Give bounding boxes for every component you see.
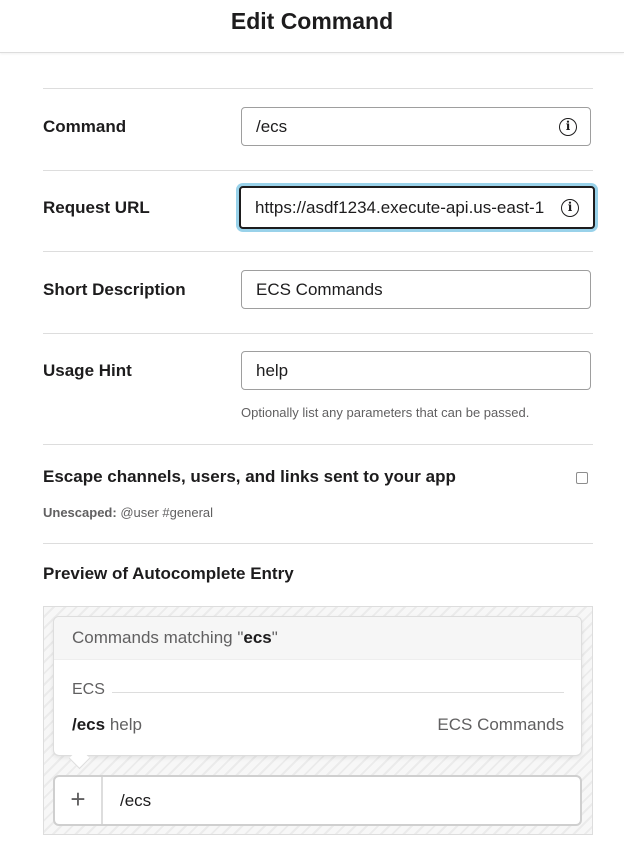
unescaped-example: @user #general [120,505,214,520]
group-divider [112,692,564,693]
divider [43,444,593,445]
command-input[interactable]: /ecs i [241,107,591,146]
short-description-input[interactable]: ECS Commands [241,270,591,309]
unescaped-note: Unescaped: @user #general [43,505,213,520]
usage-hint-help: Optionally list any parameters that can … [241,405,530,420]
autocomplete-header: Commands matching "ecs" [54,617,581,660]
autocomplete-command: /ecs [72,715,106,734]
divider [43,543,593,544]
composer-text: /ecs [120,791,152,810]
usage-hint-value: help [256,361,289,380]
unescaped-label: Unescaped: [43,505,117,520]
matching-term: ecs [243,628,272,647]
page-header: Edit Command [0,0,624,53]
short-description-label: Short Description [43,280,186,299]
request-url-value: https://asdf1234.execute-api.us-east-1 [255,198,545,217]
divider [43,333,593,334]
divider [43,170,593,171]
command-label: Command [43,117,127,136]
page-title: Edit Command [230,8,394,34]
message-composer[interactable]: + /ecs [53,775,582,826]
autocomplete-hint: help [109,715,142,734]
matching-suffix: " [271,628,278,647]
info-icon[interactable]: i [559,118,577,136]
usage-hint-input[interactable]: help [241,351,591,390]
request-url-label: Request URL [43,198,150,217]
usage-hint-label: Usage Hint [43,361,132,380]
autocomplete-row[interactable]: /ecs help [72,715,142,735]
divider [43,251,593,252]
escape-label: Escape channels, users, and links sent t… [43,467,456,486]
request-url-input[interactable]: https://asdf1234.execute-api.us-east-1 i [239,186,595,229]
info-icon[interactable]: i [561,199,579,217]
autocomplete-group-label: ECS [72,681,105,698]
autocomplete-popup: Commands matching "ecs" [53,616,582,756]
autocomplete-description: ECS Commands [437,715,564,734]
short-description-value: ECS Commands [256,280,383,299]
plus-icon[interactable]: + [55,777,103,824]
preview-title: Preview of Autocomplete Entry [43,564,294,583]
divider [43,88,593,89]
command-value: /ecs [256,117,288,136]
escape-checkbox[interactable] [576,472,588,484]
matching-prefix: Commands matching " [72,628,244,647]
